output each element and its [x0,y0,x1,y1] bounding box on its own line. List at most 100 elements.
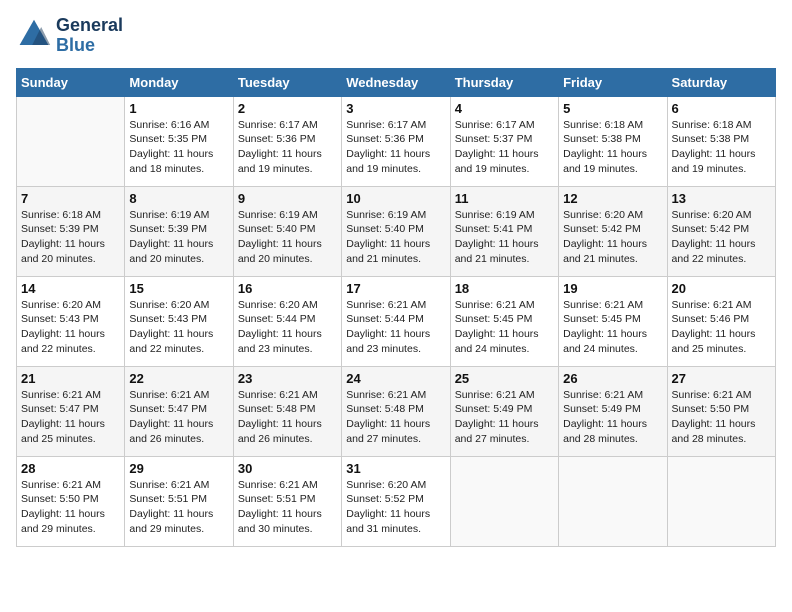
day-info: Sunrise: 6:18 AMSunset: 5:39 PMDaylight:… [21,208,120,267]
header-cell-monday: Monday [125,68,233,96]
day-number: 26 [563,371,662,386]
week-row-5: 28Sunrise: 6:21 AMSunset: 5:50 PMDayligh… [17,456,776,546]
day-cell [450,456,558,546]
day-cell: 22 Sunrise: 6:21 AMSunset: 5:47 PMDayligh… [125,366,233,456]
day-number: 10 [346,191,445,206]
day-cell: 14 Sunrise: 6:20 AMSunset: 5:43 PMDayligh… [17,276,125,366]
day-info: Sunrise: 6:19 AMSunset: 5:41 PMDaylight:… [455,208,554,267]
day-number: 22 [129,371,228,386]
day-number: 5 [563,101,662,116]
day-info: Sunrise: 6:21 AMSunset: 5:47 PMDaylight:… [129,388,228,447]
day-cell: 24Sunrise: 6:21 AMSunset: 5:48 PMDayligh… [342,366,450,456]
day-cell: 18 Sunrise: 6:21 AMSunset: 5:45 PMDayligh… [450,276,558,366]
header-cell-wednesday: Wednesday [342,68,450,96]
day-info: Sunrise: 6:20 AMSunset: 5:44 PMDaylight:… [238,298,337,357]
day-cell: 12 Sunrise: 6:20 AMSunset: 5:42 PMDayligh… [559,186,667,276]
day-number: 30 [238,461,337,476]
day-number: 2 [238,101,337,116]
day-info: Sunrise: 6:18 AMSunset: 5:38 PMDaylight:… [563,118,662,177]
day-cell [559,456,667,546]
day-info: Sunrise: 6:20 AMSunset: 5:42 PMDaylight:… [672,208,771,267]
day-number: 9 [238,191,337,206]
day-cell: 31 Sunrise: 6:20 AMSunset: 5:52 PMDayligh… [342,456,450,546]
day-info: Sunrise: 6:20 AMSunset: 5:43 PMDaylight:… [21,298,120,357]
header-row: SundayMondayTuesdayWednesdayThursdayFrid… [17,68,776,96]
day-info: Sunrise: 6:18 AMSunset: 5:38 PMDaylight:… [672,118,771,177]
logo-text: General Blue [56,16,123,56]
logo-icon [16,18,52,54]
day-info: Sunrise: 6:20 AMSunset: 5:43 PMDaylight:… [129,298,228,357]
day-info: Sunrise: 6:21 AMSunset: 5:51 PMDaylight:… [238,478,337,537]
day-info: Sunrise: 6:20 AMSunset: 5:42 PMDaylight:… [563,208,662,267]
day-info: Sunrise: 6:16 AMSunset: 5:35 PMDaylight:… [129,118,228,177]
header-cell-tuesday: Tuesday [233,68,341,96]
day-cell: 25 Sunrise: 6:21 AMSunset: 5:49 PMDayligh… [450,366,558,456]
day-info: Sunrise: 6:21 AMSunset: 5:44 PMDaylight:… [346,298,445,357]
day-number: 8 [129,191,228,206]
week-row-1: 1 Sunrise: 6:16 AMSunset: 5:35 PMDaylight… [17,96,776,186]
day-number: 4 [455,101,554,116]
day-cell: 5 Sunrise: 6:18 AMSunset: 5:38 PMDaylight… [559,96,667,186]
day-info: Sunrise: 6:21 AMSunset: 5:45 PMDaylight:… [455,298,554,357]
day-number: 28 [21,461,120,476]
day-info: Sunrise: 6:21 AMSunset: 5:51 PMDaylight:… [129,478,228,537]
day-cell: 9Sunrise: 6:19 AMSunset: 5:40 PMDaylight… [233,186,341,276]
header-cell-saturday: Saturday [667,68,775,96]
day-cell: 21 Sunrise: 6:21 AMSunset: 5:47 PMDayligh… [17,366,125,456]
day-cell: 8 Sunrise: 6:19 AMSunset: 5:39 PMDaylight… [125,186,233,276]
page-header: General Blue [16,16,776,56]
day-cell: 27 Sunrise: 6:21 AMSunset: 5:50 PMDayligh… [667,366,775,456]
day-info: Sunrise: 6:21 AMSunset: 5:47 PMDaylight:… [21,388,120,447]
day-cell: 26 Sunrise: 6:21 AMSunset: 5:49 PMDayligh… [559,366,667,456]
day-number: 7 [21,191,120,206]
day-cell: 13Sunrise: 6:20 AMSunset: 5:42 PMDayligh… [667,186,775,276]
day-cell: 1 Sunrise: 6:16 AMSunset: 5:35 PMDaylight… [125,96,233,186]
day-cell: 30 Sunrise: 6:21 AMSunset: 5:51 PMDayligh… [233,456,341,546]
day-cell: 20Sunrise: 6:21 AMSunset: 5:46 PMDayligh… [667,276,775,366]
day-cell: 29 Sunrise: 6:21 AMSunset: 5:51 PMDayligh… [125,456,233,546]
day-info: Sunrise: 6:17 AMSunset: 5:36 PMDaylight:… [346,118,445,177]
day-cell: 17 Sunrise: 6:21 AMSunset: 5:44 PMDayligh… [342,276,450,366]
calendar-table: SundayMondayTuesdayWednesdayThursdayFrid… [16,68,776,547]
day-number: 25 [455,371,554,386]
day-number: 27 [672,371,771,386]
header-cell-sunday: Sunday [17,68,125,96]
day-cell: 15Sunrise: 6:20 AMSunset: 5:43 PMDayligh… [125,276,233,366]
day-number: 14 [21,281,120,296]
day-info: Sunrise: 6:21 AMSunset: 5:50 PMDaylight:… [672,388,771,447]
day-info: Sunrise: 6:21 AMSunset: 5:49 PMDaylight:… [455,388,554,447]
day-cell: 19Sunrise: 6:21 AMSunset: 5:45 PMDayligh… [559,276,667,366]
day-number: 11 [455,191,554,206]
day-cell: 16Sunrise: 6:20 AMSunset: 5:44 PMDayligh… [233,276,341,366]
day-info: Sunrise: 6:17 AMSunset: 5:37 PMDaylight:… [455,118,554,177]
header-cell-friday: Friday [559,68,667,96]
day-info: Sunrise: 6:21 AMSunset: 5:49 PMDaylight:… [563,388,662,447]
day-number: 1 [129,101,228,116]
day-number: 31 [346,461,445,476]
day-number: 29 [129,461,228,476]
day-number: 12 [563,191,662,206]
day-info: Sunrise: 6:19 AMSunset: 5:40 PMDaylight:… [346,208,445,267]
day-number: 18 [455,281,554,296]
day-number: 19 [563,281,662,296]
day-cell: 2 Sunrise: 6:17 AMSunset: 5:36 PMDaylight… [233,96,341,186]
day-number: 6 [672,101,771,116]
day-cell [667,456,775,546]
day-info: Sunrise: 6:17 AMSunset: 5:36 PMDaylight:… [238,118,337,177]
week-row-3: 14 Sunrise: 6:20 AMSunset: 5:43 PMDayligh… [17,276,776,366]
header-cell-thursday: Thursday [450,68,558,96]
day-cell: 11 Sunrise: 6:19 AMSunset: 5:41 PMDayligh… [450,186,558,276]
day-number: 3 [346,101,445,116]
week-row-4: 21 Sunrise: 6:21 AMSunset: 5:47 PMDayligh… [17,366,776,456]
day-info: Sunrise: 6:19 AMSunset: 5:39 PMDaylight:… [129,208,228,267]
day-number: 23 [238,371,337,386]
week-row-2: 7 Sunrise: 6:18 AMSunset: 5:39 PMDaylight… [17,186,776,276]
day-number: 17 [346,281,445,296]
day-cell: 23Sunrise: 6:21 AMSunset: 5:48 PMDayligh… [233,366,341,456]
day-number: 21 [21,371,120,386]
day-info: Sunrise: 6:20 AMSunset: 5:52 PMDaylight:… [346,478,445,537]
day-number: 20 [672,281,771,296]
day-cell: 4 Sunrise: 6:17 AMSunset: 5:37 PMDaylight… [450,96,558,186]
day-cell: 7 Sunrise: 6:18 AMSunset: 5:39 PMDaylight… [17,186,125,276]
day-cell: 6 Sunrise: 6:18 AMSunset: 5:38 PMDaylight… [667,96,775,186]
